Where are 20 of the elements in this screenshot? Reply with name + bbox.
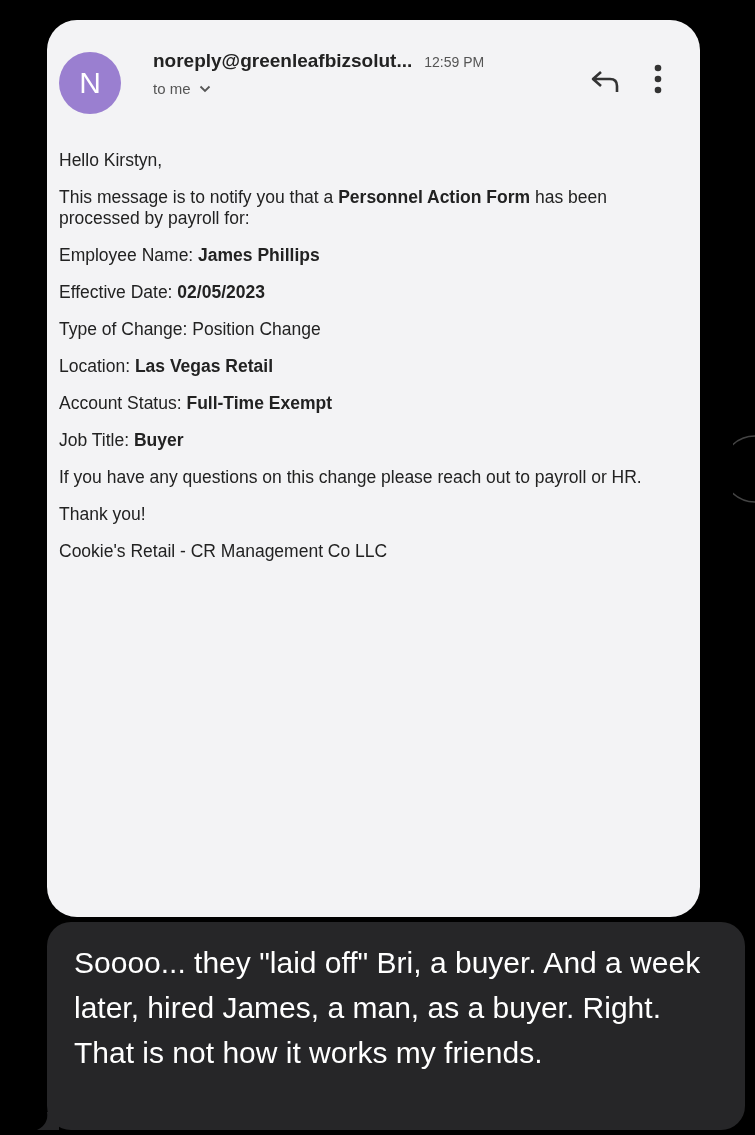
email-paragraph: Employee Name: James Phillips xyxy=(59,245,321,266)
reply-icon[interactable] xyxy=(590,70,620,94)
email-paragraph: Hello Kirstyn, xyxy=(59,150,164,171)
email-paragraph: Location: Las Vegas Retail xyxy=(59,356,275,377)
message-text: Soooo... they "laid off" Bri, a buyer. And a week later, hired James, a man, as a buyer. Right. That is not how it works my friends. xyxy=(74,945,702,1071)
email-paragraph: If you have any questions on this change please reach out to payroll or HR. xyxy=(59,467,643,488)
email-paragraph: Thank you! xyxy=(59,504,147,525)
email-paragraph: Effective Date: 02/05/2023 xyxy=(59,282,266,303)
chevron-down-icon xyxy=(198,84,211,93)
email-paragraph: Account Status: Full-Time Exempt xyxy=(59,393,333,414)
email-paragraph: This message is to notify you that a Personnel Action Form has been processed by payroll for: xyxy=(59,187,608,229)
email-paragraph: Cookie's Retail - CR Management Co LLC xyxy=(59,541,389,562)
sender-address: noreply@greenleafbizsolut... xyxy=(153,50,413,72)
email-paragraph: Type of Change: Position Change xyxy=(59,319,322,340)
email-paragraph: Job Title: Buyer xyxy=(59,430,185,451)
sender-avatar: N xyxy=(59,52,121,114)
circle-outline-icon xyxy=(733,434,755,504)
more-options-icon[interactable] xyxy=(654,64,662,94)
email-time: 12:59 PM xyxy=(424,54,485,70)
recipient-toggle[interactable]: to me xyxy=(153,80,211,97)
